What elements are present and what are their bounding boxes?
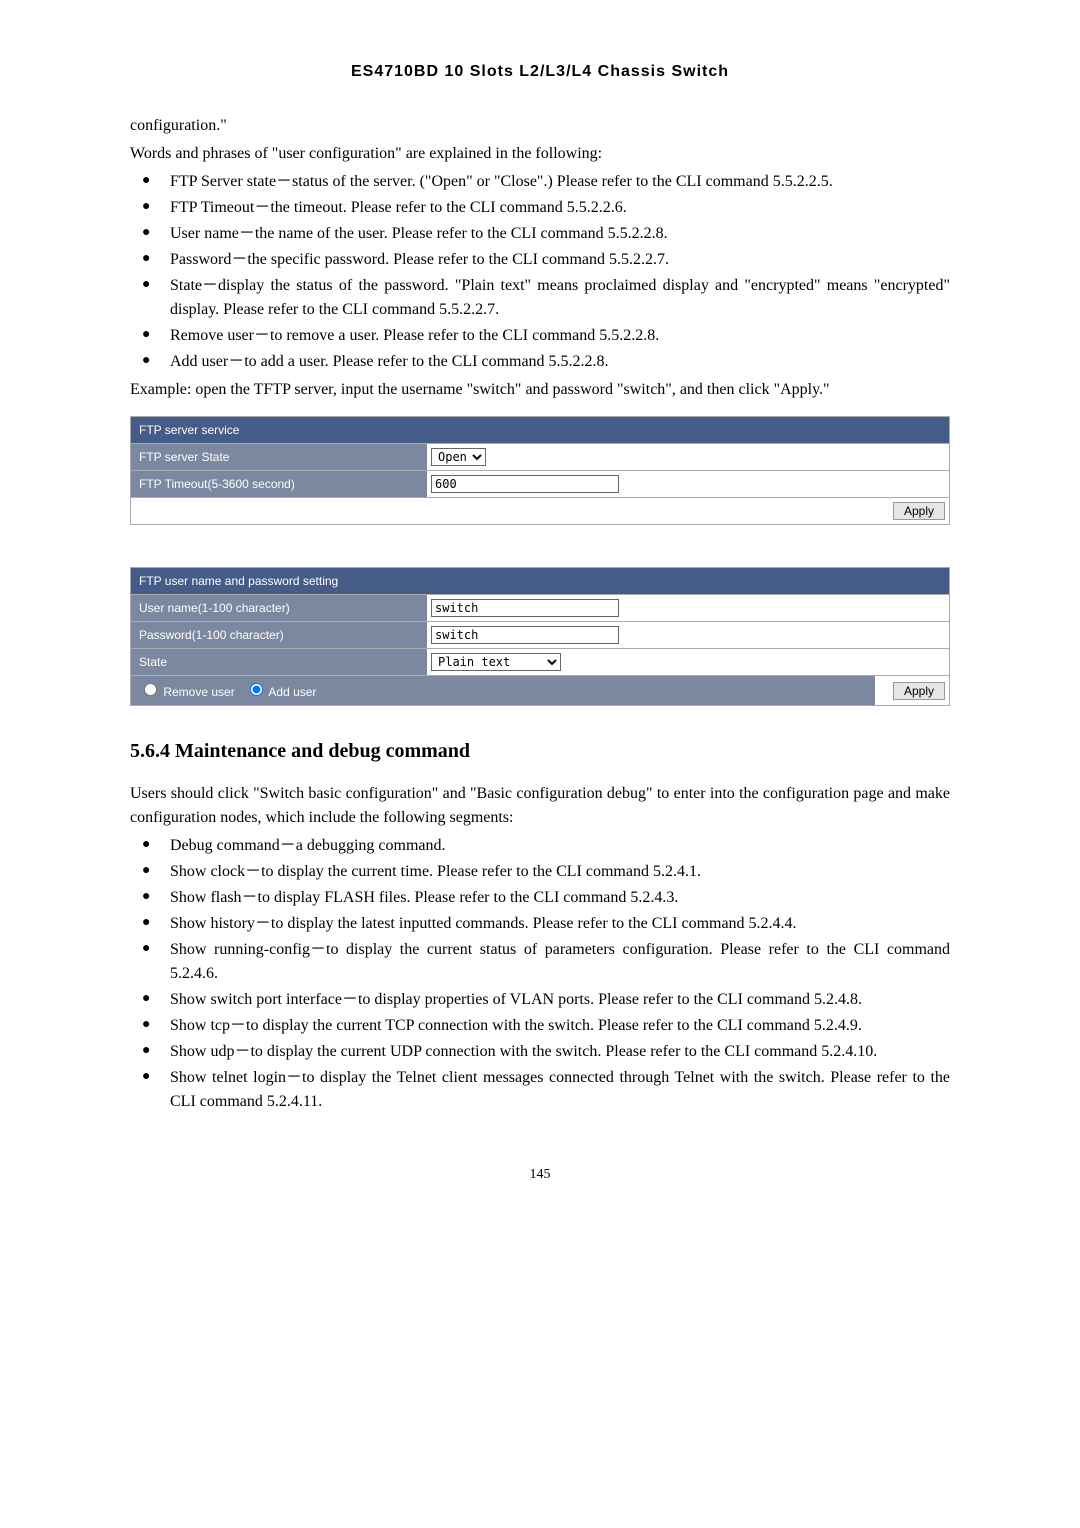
list-item: Password－the specific password. Please r… <box>130 248 950 272</box>
list-item: Show running-config－to display the curre… <box>130 938 950 986</box>
add-user-radio-input[interactable] <box>250 683 263 696</box>
doc-header: ES4710BD 10 Slots L2/L3/L4 Chassis Switc… <box>130 60 950 84</box>
para-example: Example: open the TFTP server, input the… <box>130 378 950 402</box>
list-item: Show udp－to display the current UDP conn… <box>130 1040 950 1064</box>
state-label: State <box>131 649 427 675</box>
list-item: Debug command－a debugging command. <box>130 834 950 858</box>
remove-user-radio[interactable]: Remove user <box>139 680 235 701</box>
list-item: Show clock－to display the current time. … <box>130 860 950 884</box>
remove-user-radio-input[interactable] <box>144 683 157 696</box>
para-configuration: configuration." <box>130 114 950 138</box>
ftp-user-password-form: FTP user name and password setting User … <box>130 567 950 706</box>
list-item: Show flash－to display FLASH files. Pleas… <box>130 886 950 910</box>
list-item: Show tcp－to display the current TCP conn… <box>130 1014 950 1038</box>
form-title: FTP server service <box>131 417 949 443</box>
list-item: Show history－to display the latest input… <box>130 912 950 936</box>
list-item: FTP Timeout－the timeout. Please refer to… <box>130 196 950 220</box>
user-name-input[interactable] <box>431 599 619 617</box>
list-item: Show telnet login－to display the Telnet … <box>130 1066 950 1114</box>
para-users: Users should click "Switch basic configu… <box>130 782 950 830</box>
list-item: Show switch port interface－to display pr… <box>130 988 950 1012</box>
section-heading: 5.6.4 Maintenance and debug command <box>130 736 950 766</box>
state-select[interactable]: Plain text <box>431 653 561 671</box>
list-item: Add user－to add a user. Please refer to … <box>130 350 950 374</box>
password-label: Password(1-100 character) <box>131 622 427 648</box>
list-item: FTP Server state－status of the server. (… <box>130 170 950 194</box>
form-title: FTP user name and password setting <box>131 568 949 594</box>
remove-user-label: Remove user <box>163 685 234 699</box>
page-number: 145 <box>130 1164 950 1185</box>
bullet-list-1: FTP Server state－status of the server. (… <box>130 170 950 374</box>
add-user-radio[interactable]: Add user <box>245 680 317 701</box>
list-item: Remove user－to remove a user. Please ref… <box>130 324 950 348</box>
list-item: State－display the status of the password… <box>130 274 950 322</box>
apply-button[interactable]: Apply <box>893 502 945 520</box>
bullet-list-2: Debug command－a debugging command. Show … <box>130 834 950 1114</box>
user-name-label: User name(1-100 character) <box>131 595 427 621</box>
ftp-timeout-input[interactable] <box>431 475 619 493</box>
ftp-server-service-form: FTP server service FTP server State Open… <box>130 416 950 525</box>
add-user-label: Add user <box>268 685 316 699</box>
ftp-server-state-select[interactable]: Open <box>431 448 486 466</box>
apply-button[interactable]: Apply <box>893 682 945 700</box>
list-item: User name－the name of the user. Please r… <box>130 222 950 246</box>
ftp-server-state-label: FTP server State <box>131 444 427 470</box>
para-words: Words and phrases of "user configuration… <box>130 142 950 166</box>
ftp-timeout-label: FTP Timeout(5-3600 second) <box>131 471 427 497</box>
password-input[interactable] <box>431 626 619 644</box>
